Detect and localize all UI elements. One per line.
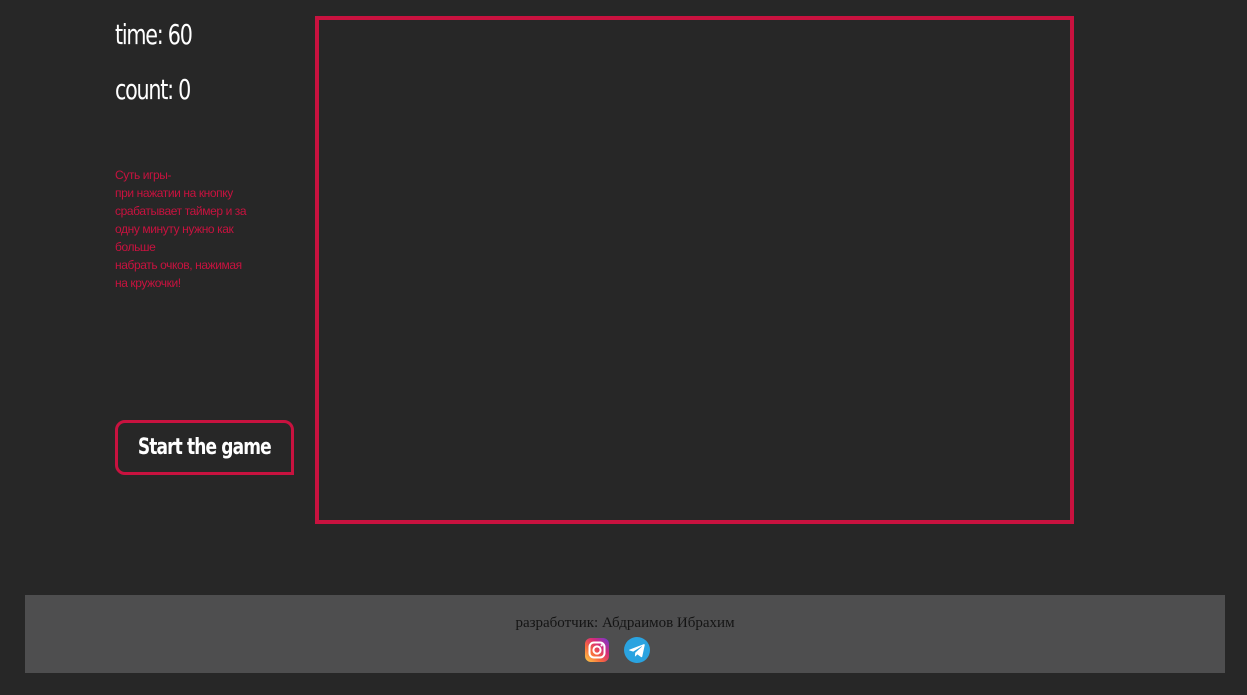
rules-line: одну минуту нужно как xyxy=(115,222,234,236)
telegram-icon[interactable] xyxy=(624,637,650,663)
developer-credit: разработчик: Абдраимов Ибрахим xyxy=(515,615,735,631)
rules-line: при нажатии на кнопку xyxy=(115,186,233,200)
rules-line: на кружочки! xyxy=(115,276,181,290)
start-game-button[interactable]: Start the game xyxy=(115,420,294,475)
count-display: count: 0 xyxy=(115,73,191,106)
game-board[interactable] xyxy=(315,16,1074,524)
rules-line: больше xyxy=(115,240,156,254)
start-game-label: Start the game xyxy=(137,435,272,460)
rules-line: набрать очков, нажимая xyxy=(115,258,242,272)
time-display: time: 60 xyxy=(115,18,193,51)
instagram-icon[interactable] xyxy=(585,638,609,662)
game-rules: Суть игры- при нажатии на кнопку срабаты… xyxy=(115,166,265,292)
rules-line: Суть игры- xyxy=(115,168,172,182)
rules-line: срабатывает таймер и за xyxy=(115,204,247,218)
footer: разработчик: Абдраимов Ибрахим xyxy=(25,595,1225,673)
